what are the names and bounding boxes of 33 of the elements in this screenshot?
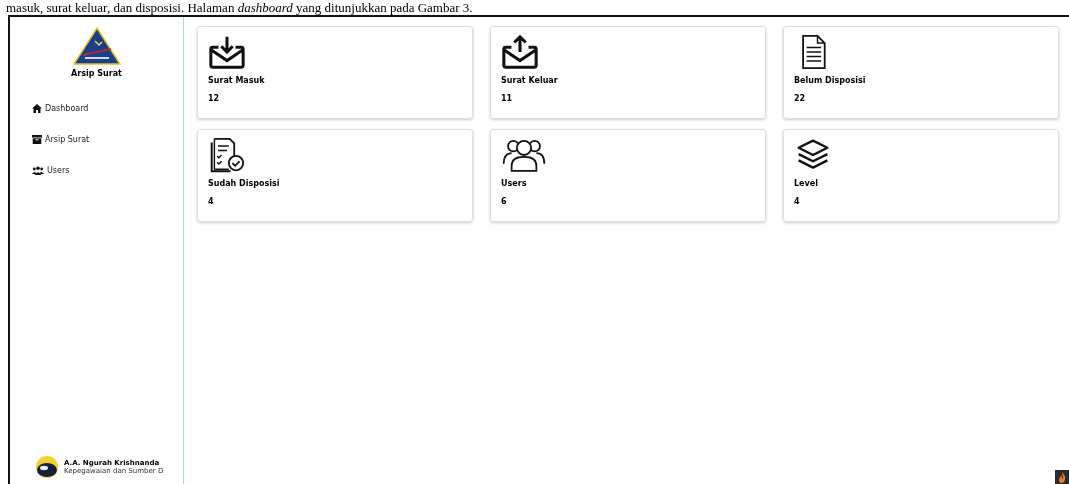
avatar-icon xyxy=(35,456,59,478)
menu-item[interactable]: Users xyxy=(32,166,183,175)
card-count: 11 xyxy=(501,94,513,103)
home-icon xyxy=(32,104,42,113)
flame-icon xyxy=(1055,470,1069,484)
card-title: Surat Keluar xyxy=(501,76,558,85)
card-title: Users xyxy=(501,179,527,188)
stat-card[interactable]: Users 6 xyxy=(490,129,766,222)
app-name: Arsip Surat xyxy=(71,69,122,78)
card-count: 6 xyxy=(501,197,507,206)
document-text: masuk, surat keluar, dan disposisi. Halaman dashboard yang ditunjukkan pada Gambar 3. xyxy=(6,0,473,15)
card-title: Surat Masuk xyxy=(208,76,265,85)
stat-card[interactable]: Surat Masuk 12 xyxy=(197,26,473,119)
users-icon xyxy=(32,166,44,175)
stat-card[interactable]: Surat Keluar 11 xyxy=(490,26,766,119)
card-count: 22 xyxy=(794,94,806,103)
checklist-document-icon xyxy=(208,137,246,173)
menu-item[interactable]: Dashboard xyxy=(32,104,183,113)
card-title: Belum Disposisi xyxy=(794,76,866,85)
inbox-upload-icon xyxy=(501,34,539,70)
inbox-download-icon xyxy=(208,34,246,70)
menu-item[interactable]: Arsip Surat xyxy=(32,135,183,144)
card-count: 4 xyxy=(794,197,800,206)
archive-icon xyxy=(32,135,42,144)
users-icon xyxy=(501,137,547,173)
logo-icon xyxy=(72,27,121,65)
card-title: Sudah Disposisi xyxy=(208,179,280,188)
stat-card[interactable]: Level 4 xyxy=(783,129,1059,222)
stat-card[interactable]: Sudah Disposisi 4 xyxy=(197,129,473,222)
stat-card[interactable]: Belum Disposisi 22 xyxy=(783,26,1059,119)
card-count: 12 xyxy=(208,94,220,103)
card-title: Level xyxy=(794,179,818,188)
card-count: 4 xyxy=(208,197,214,206)
